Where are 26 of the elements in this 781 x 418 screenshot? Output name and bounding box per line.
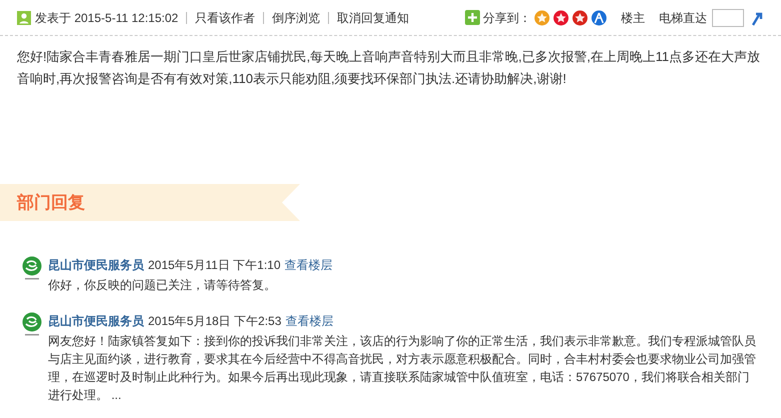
post-action-link[interactable]: 只看该作者 (195, 8, 256, 26)
avatar-logo-icon (20, 256, 44, 282)
reply-author: 昆山市便民服务员 (48, 257, 144, 274)
floor-input-field[interactable] (712, 8, 744, 26)
star-share-icon[interactable] (553, 10, 569, 26)
view-floor-link[interactable]: 查看楼层 (285, 312, 334, 330)
view-floor-link[interactable]: 查看楼层 (284, 256, 333, 274)
user-icon (17, 10, 31, 24)
star-share-icon[interactable] (572, 10, 588, 26)
post-action-link[interactable]: 取消回复通知 (337, 8, 410, 26)
share-label: 分享到： (483, 10, 531, 26)
reply-text: 网友您好！陆家镇答复如下：接到你的投诉我们非常关注，该店的行为影响了你的正常生活，我们表示非常歉意。我们专程派城管队员与店主见面约谈，进行教育，要求其在今后经营中不得高音扰民，对方表示愿意积极配合。同时，合丰村村委会也要求物业公司加强管理，在巡逻时及时制止此种行为。如果今后再出现此现象，请直接联系陆家城管中队值班室，电话：57675070，我们将联合相关部门进行处理。 ... (48, 333, 757, 404)
floor-label: 楼主 (621, 10, 645, 26)
elevator-label: 电梯直达 (659, 10, 707, 26)
section-title: 部门回复 (17, 192, 85, 214)
person-share-icon[interactable] (591, 10, 607, 26)
post-action-link[interactable]: 倒序浏览 (272, 8, 320, 26)
reply-date: 2015年5月11日 下午1:10 (148, 257, 281, 274)
reply-date: 2015年5月18日 下午2:53 (148, 313, 282, 330)
star-share-icon[interactable] (534, 10, 550, 26)
reply-author: 昆山市便民服务员 (48, 313, 144, 330)
reply-text: 你好，你反映的问题已关注，请等待答复。 (48, 277, 277, 294)
avatar-logo-icon (20, 312, 44, 338)
plus-icon[interactable] (465, 10, 480, 25)
post-time: 发表于 2015-5-11 12:15:02 (35, 10, 178, 26)
post-body: 您好!陆家合丰青春雅居一期门口皇后世家店铺扰民,每天晚上音响声音特别大而且非常晚,已多次报警,在上周晚上11点多还在大声放音响时,再次报警咨询是否有有效对策,110表示只能劝阻,须要找环保部门执法.还请协助解决,谢谢! (16, 48, 761, 88)
